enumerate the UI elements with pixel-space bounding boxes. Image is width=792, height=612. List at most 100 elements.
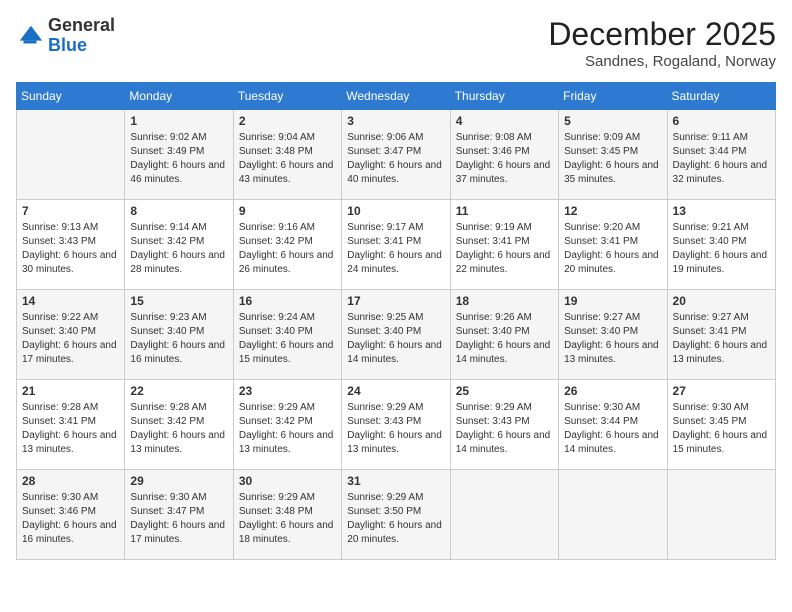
- location-subtitle: Sandnes, Rogaland, Norway: [548, 53, 776, 70]
- day-info: Sunrise: 9:11 AM Sunset: 3:44 PM Dayligh…: [673, 131, 770, 187]
- day-number: 22: [130, 384, 227, 398]
- table-row: 30Sunrise: 9:29 AM Sunset: 3:48 PM Dayli…: [233, 470, 341, 560]
- day-info: Sunrise: 9:30 AM Sunset: 3:47 PM Dayligh…: [130, 491, 227, 547]
- day-info: Sunrise: 9:20 AM Sunset: 3:41 PM Dayligh…: [564, 221, 661, 277]
- header-monday: Monday: [125, 83, 233, 110]
- day-number: 13: [673, 204, 770, 218]
- table-row: 26Sunrise: 9:30 AM Sunset: 3:44 PM Dayli…: [559, 380, 667, 470]
- day-number: 1: [130, 114, 227, 128]
- day-info: Sunrise: 9:06 AM Sunset: 3:47 PM Dayligh…: [347, 131, 444, 187]
- table-row: [17, 110, 125, 200]
- day-info: Sunrise: 9:29 AM Sunset: 3:42 PM Dayligh…: [239, 401, 336, 457]
- day-info: Sunrise: 9:30 AM Sunset: 3:46 PM Dayligh…: [22, 491, 119, 547]
- day-number: 16: [239, 294, 336, 308]
- logo-icon: [16, 22, 44, 50]
- table-row: 5 Sunrise: 9:09 AM Sunset: 3:45 PM Daylig…: [559, 110, 667, 200]
- table-row: 25Sunrise: 9:29 AM Sunset: 3:43 PM Dayli…: [450, 380, 558, 470]
- table-row: 17 Sunrise: 9:25 AM Sunset: 3:40 PM Dayli…: [342, 290, 450, 380]
- day-info: Sunrise: 9:14 AM Sunset: 3:42 PM Dayligh…: [130, 221, 227, 277]
- day-number: 24: [347, 384, 444, 398]
- calendar-week-2: 7Sunrise: 9:13 AM Sunset: 3:43 PM Daylig…: [17, 200, 776, 290]
- day-info: Sunrise: 9:19 AM Sunset: 3:41 PM Dayligh…: [456, 221, 553, 277]
- table-row: 2 Sunrise: 9:04 AM Sunset: 3:48 PM Daylig…: [233, 110, 341, 200]
- day-info: Sunrise: 9:26 AM Sunset: 3:40 PM Dayligh…: [456, 311, 553, 367]
- day-info: Sunrise: 9:30 AM Sunset: 3:45 PM Dayligh…: [673, 401, 770, 457]
- table-row: 1 Sunrise: 9:02 AM Sunset: 3:49 PM Daylig…: [125, 110, 233, 200]
- day-number: 3: [347, 114, 444, 128]
- table-row: 7Sunrise: 9:13 AM Sunset: 3:43 PM Daylig…: [17, 200, 125, 290]
- day-info: Sunrise: 9:08 AM Sunset: 3:46 PM Dayligh…: [456, 131, 553, 187]
- day-number: 9: [239, 204, 336, 218]
- table-row: 22 Sunrise: 9:28 AM Sunset: 3:42 PM Dayli…: [125, 380, 233, 470]
- day-number: 10: [347, 204, 444, 218]
- table-row: 4 Sunrise: 9:08 AM Sunset: 3:46 PM Daylig…: [450, 110, 558, 200]
- table-row: 19 Sunrise: 9:27 AM Sunset: 3:40 PM Dayli…: [559, 290, 667, 380]
- day-number: 26: [564, 384, 661, 398]
- day-info: Sunrise: 9:28 AM Sunset: 3:42 PM Dayligh…: [130, 401, 227, 457]
- table-row: [667, 470, 775, 560]
- logo: General Blue: [16, 16, 115, 56]
- day-number: 12: [564, 204, 661, 218]
- table-row: 27Sunrise: 9:30 AM Sunset: 3:45 PM Dayli…: [667, 380, 775, 470]
- table-row: 9 Sunrise: 9:16 AM Sunset: 3:42 PM Daylig…: [233, 200, 341, 290]
- table-row: 10 Sunrise: 9:17 AM Sunset: 3:41 PM Dayli…: [342, 200, 450, 290]
- logo-general: General: [48, 16, 115, 36]
- header-sunday: Sunday: [17, 83, 125, 110]
- day-info: Sunrise: 9:17 AM Sunset: 3:41 PM Dayligh…: [347, 221, 444, 277]
- day-number: 21: [22, 384, 119, 398]
- table-row: 28 Sunrise: 9:30 AM Sunset: 3:46 PM Dayli…: [17, 470, 125, 560]
- day-number: 7: [22, 204, 119, 218]
- calendar-table: Sunday Monday Tuesday Wednesday Thursday…: [16, 82, 776, 560]
- table-row: 8Sunrise: 9:14 AM Sunset: 3:42 PM Daylig…: [125, 200, 233, 290]
- day-number: 19: [564, 294, 661, 308]
- day-info: Sunrise: 9:16 AM Sunset: 3:42 PM Dayligh…: [239, 221, 336, 277]
- day-number: 28: [22, 474, 119, 488]
- day-number: 4: [456, 114, 553, 128]
- table-row: [559, 470, 667, 560]
- table-row: 31Sunrise: 9:29 AM Sunset: 3:50 PM Dayli…: [342, 470, 450, 560]
- day-number: 6: [673, 114, 770, 128]
- header-saturday: Saturday: [667, 83, 775, 110]
- calendar-week-4: 21 Sunrise: 9:28 AM Sunset: 3:41 PM Dayli…: [17, 380, 776, 470]
- day-info: Sunrise: 9:29 AM Sunset: 3:43 PM Dayligh…: [347, 401, 444, 457]
- table-row: 23 Sunrise: 9:29 AM Sunset: 3:42 PM Dayli…: [233, 380, 341, 470]
- table-row: 13 Sunrise: 9:21 AM Sunset: 3:40 PM Dayli…: [667, 200, 775, 290]
- day-number: 2: [239, 114, 336, 128]
- day-info: Sunrise: 9:23 AM Sunset: 3:40 PM Dayligh…: [130, 311, 227, 367]
- logo-blue: Blue: [48, 36, 115, 56]
- weekday-row: Sunday Monday Tuesday Wednesday Thursday…: [17, 83, 776, 110]
- day-info: Sunrise: 9:02 AM Sunset: 3:49 PM Dayligh…: [130, 131, 227, 187]
- day-info: Sunrise: 9:21 AM Sunset: 3:40 PM Dayligh…: [673, 221, 770, 277]
- table-row: 29 Sunrise: 9:30 AM Sunset: 3:47 PM Dayli…: [125, 470, 233, 560]
- day-number: 17: [347, 294, 444, 308]
- day-info: Sunrise: 9:24 AM Sunset: 3:40 PM Dayligh…: [239, 311, 336, 367]
- day-number: 29: [130, 474, 227, 488]
- header-friday: Friday: [559, 83, 667, 110]
- table-row: 16 Sunrise: 9:24 AM Sunset: 3:40 PM Dayli…: [233, 290, 341, 380]
- calendar-week-3: 14Sunrise: 9:22 AM Sunset: 3:40 PM Dayli…: [17, 290, 776, 380]
- table-row: 18 Sunrise: 9:26 AM Sunset: 3:40 PM Dayli…: [450, 290, 558, 380]
- day-info: Sunrise: 9:25 AM Sunset: 3:40 PM Dayligh…: [347, 311, 444, 367]
- day-number: 30: [239, 474, 336, 488]
- header-thursday: Thursday: [450, 83, 558, 110]
- day-number: 23: [239, 384, 336, 398]
- calendar-body: 1 Sunrise: 9:02 AM Sunset: 3:49 PM Daylig…: [17, 110, 776, 560]
- table-row: 3 Sunrise: 9:06 AM Sunset: 3:47 PM Daylig…: [342, 110, 450, 200]
- day-info: Sunrise: 9:09 AM Sunset: 3:45 PM Dayligh…: [564, 131, 661, 187]
- day-number: 31: [347, 474, 444, 488]
- table-row: 12 Sunrise: 9:20 AM Sunset: 3:41 PM Dayli…: [559, 200, 667, 290]
- calendar-week-1: 1 Sunrise: 9:02 AM Sunset: 3:49 PM Daylig…: [17, 110, 776, 200]
- table-row: 20Sunrise: 9:27 AM Sunset: 3:41 PM Dayli…: [667, 290, 775, 380]
- table-row: 21 Sunrise: 9:28 AM Sunset: 3:41 PM Dayli…: [17, 380, 125, 470]
- table-row: 14Sunrise: 9:22 AM Sunset: 3:40 PM Dayli…: [17, 290, 125, 380]
- table-row: 6 Sunrise: 9:11 AM Sunset: 3:44 PM Daylig…: [667, 110, 775, 200]
- day-number: 18: [456, 294, 553, 308]
- day-info: Sunrise: 9:04 AM Sunset: 3:48 PM Dayligh…: [239, 131, 336, 187]
- calendar-week-5: 28 Sunrise: 9:30 AM Sunset: 3:46 PM Dayli…: [17, 470, 776, 560]
- header: General Blue December 2025 Sandnes, Roga…: [16, 16, 776, 70]
- day-number: 5: [564, 114, 661, 128]
- header-tuesday: Tuesday: [233, 83, 341, 110]
- month-title: December 2025: [548, 16, 776, 53]
- day-info: Sunrise: 9:27 AM Sunset: 3:40 PM Dayligh…: [564, 311, 661, 367]
- day-info: Sunrise: 9:28 AM Sunset: 3:41 PM Dayligh…: [22, 401, 119, 457]
